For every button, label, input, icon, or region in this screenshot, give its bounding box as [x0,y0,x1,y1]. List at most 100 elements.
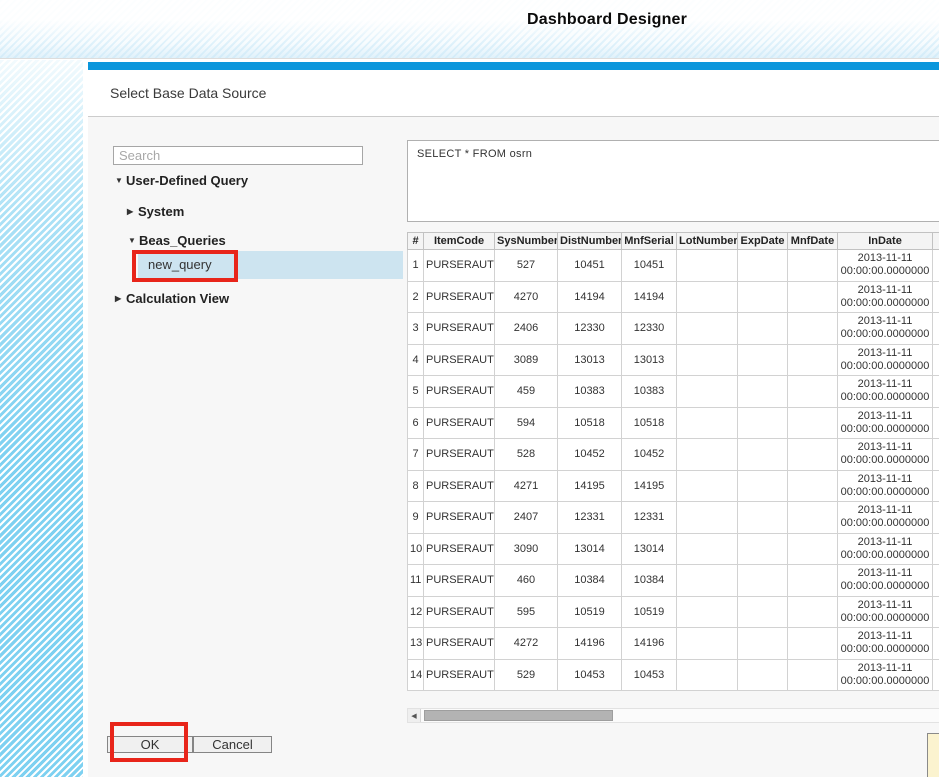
table-row[interactable]: 1PURSERAUTO52710451104512013-11-1100:00:… [408,250,939,282]
table-row[interactable]: 6PURSERAUTO59410518105182013-11-1100:00:… [408,407,939,439]
cell [738,659,788,691]
tree-item-label: new_query [148,251,212,279]
table-row[interactable]: 5PURSERAUTO45910383103832013-11-1100:00:… [408,376,939,408]
cell [788,250,838,282]
column-header-clipped [933,233,939,250]
cell: 4272 [495,628,558,660]
chevron-right-icon[interactable]: ▶ [127,207,138,216]
cell [677,376,738,408]
table-header-row: #ItemCodeSysNumberDistNumberMnfSerialLot… [408,233,939,250]
sql-query-preview[interactable]: SELECT * FROM osrn [407,140,939,222]
cell: 10518 [558,407,622,439]
cell: PURSERAUTO [424,596,495,628]
cell [677,470,738,502]
table-row[interactable]: 14PURSERAUTO52910453104532013-11-1100:00… [408,659,939,691]
scroll-left-arrow-icon[interactable]: ◀ [408,709,421,722]
column-header-indate[interactable]: InDate [838,233,933,250]
column-header-num[interactable]: # [408,233,424,250]
chevron-down-icon[interactable]: ▼ [115,176,126,185]
cell [788,439,838,471]
column-header-itemcode[interactable]: ItemCode [424,233,495,250]
cell [788,344,838,376]
cancel-button[interactable]: Cancel [193,736,272,753]
table-row[interactable]: 8PURSERAUTO427114195141952013-11-1100:00… [408,470,939,502]
results-grid: #ItemCodeSysNumberDistNumberMnfSerialLot… [407,232,939,706]
column-header-distnumber[interactable]: DistNumber [558,233,622,250]
table-row[interactable]: 7PURSERAUTO52810452104522013-11-1100:00:… [408,439,939,471]
cell: PURSERAUTO [424,628,495,660]
cell [677,344,738,376]
cell [677,502,738,534]
cell: PURSERAUTO [424,281,495,313]
cell: 8 [408,470,424,502]
cell [788,596,838,628]
horizontal-scrollbar[interactable]: ◀ [407,708,939,723]
dialog-header: Select Base Data Source [88,70,939,117]
chevron-down-icon[interactable]: ▼ [128,236,139,245]
chevron-right-icon[interactable]: ▶ [115,294,126,303]
cell: 4 [408,344,424,376]
cell-indate: 2013-11-1100:00:00.0000000 [838,376,933,408]
cell: 2 [408,281,424,313]
cell [788,565,838,597]
cell-indate: 2013-11-1100:00:00.0000000 [838,407,933,439]
tree-item-beas-queries[interactable]: ▼ Beas_Queries [128,233,226,248]
tree-item-new-query[interactable]: new_query [138,251,403,279]
cell [738,596,788,628]
cell [738,502,788,534]
ok-button[interactable]: OK [107,736,193,753]
cell: 14195 [622,470,677,502]
table-row[interactable]: 2PURSERAUTO427014194141942013-11-1100:00… [408,281,939,313]
cell: PURSERAUTO [424,313,495,345]
cell [738,281,788,313]
cell [738,628,788,660]
cell: 12 [408,596,424,628]
clipped-edge-button[interactable] [927,733,939,777]
cell-indate: 2013-11-1100:00:00.0000000 [838,281,933,313]
cell-clipped [933,470,939,502]
cell: 10384 [558,565,622,597]
dialog-accent-bar [88,62,939,70]
table-row[interactable]: 11PURSERAUTO46010384103842013-11-1100:00… [408,565,939,597]
column-header-expdate[interactable]: ExpDate [738,233,788,250]
table-row[interactable]: 10PURSERAUTO309013014130142013-11-1100:0… [408,533,939,565]
cell: 12331 [558,502,622,534]
cell: 12330 [558,313,622,345]
column-header-mnfdate[interactable]: MnfDate [788,233,838,250]
cell: 14196 [622,628,677,660]
cell [677,628,738,660]
cell: 528 [495,439,558,471]
search-input[interactable] [113,146,363,165]
column-header-sysnumber[interactable]: SysNumber [495,233,558,250]
column-header-mnfserial[interactable]: MnfSerial [622,233,677,250]
cell: 10453 [622,659,677,691]
cell [738,439,788,471]
cell: 10452 [558,439,622,471]
tree-item-label: System [138,204,184,219]
cell-indate: 2013-11-1100:00:00.0000000 [838,565,933,597]
cell: 10453 [558,659,622,691]
background-stripes [0,60,83,777]
table-row[interactable]: 9PURSERAUTO240712331123312013-11-1100:00… [408,502,939,534]
tree-item-calculation-view[interactable]: ▶ Calculation View [115,291,229,306]
cell: 12331 [622,502,677,534]
cell: 5 [408,376,424,408]
tree-item-system[interactable]: ▶ System [127,204,184,219]
tree-item-user-defined-query[interactable]: ▼ User-Defined Query [115,173,248,188]
table-row[interactable]: 12PURSERAUTO59510519105192013-11-1100:00… [408,596,939,628]
cell-indate: 2013-11-1100:00:00.0000000 [838,533,933,565]
cell-indate: 2013-11-1100:00:00.0000000 [838,250,933,282]
column-header-lotnumber[interactable]: LotNumber [677,233,738,250]
cell [677,659,738,691]
dialog-body: ▼ User-Defined Query ▶ System ▼ Beas_Que… [88,117,939,777]
table-row[interactable]: 13PURSERAUTO427214196141962013-11-1100:0… [408,628,939,660]
table-row[interactable]: 4PURSERAUTO308913013130132013-11-1100:00… [408,344,939,376]
cell: 10519 [558,596,622,628]
cell: 14194 [558,281,622,313]
cell [677,533,738,565]
cell [788,502,838,534]
scrollbar-thumb[interactable] [424,710,613,721]
cell [677,407,738,439]
cell-clipped [933,344,939,376]
table-row[interactable]: 3PURSERAUTO240612330123302013-11-1100:00… [408,313,939,345]
